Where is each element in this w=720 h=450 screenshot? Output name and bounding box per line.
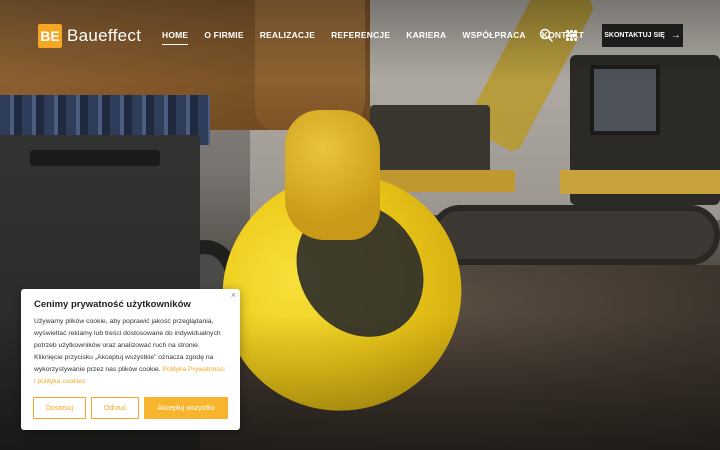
site-header: BE Baueffect HOME O FIRMIE REALIZACJE RE… <box>0 0 720 70</box>
contact-button-label: SKONTAKTUJ SIĘ <box>604 32 665 39</box>
nav-item-wspolpraca[interactable]: WSPÓŁPRACA <box>462 30 525 40</box>
search-icon[interactable] <box>539 28 553 42</box>
contact-button[interactable]: SKONTAKTUJ SIĘ → <box>602 24 683 47</box>
nav-item-kariera[interactable]: KARIERA <box>406 30 446 40</box>
close-icon[interactable]: × <box>231 290 236 300</box>
main-nav: HOME O FIRMIE REALIZACJE REFERENCJE KARI… <box>162 30 600 45</box>
logo-icon: BE <box>38 24 62 48</box>
reject-button[interactable]: Odrzuć <box>91 397 139 419</box>
customize-button[interactable]: Dostosuj <box>33 397 86 419</box>
arrow-right-icon: → <box>670 30 681 41</box>
accept-all-button[interactable]: Akceptuj wszystko <box>144 397 228 419</box>
nav-item-home[interactable]: HOME <box>162 30 189 45</box>
nav-item-o-firmie[interactable]: O FIRMIE <box>204 30 243 40</box>
nav-item-referencje[interactable]: REFERENCJE <box>331 30 390 40</box>
cookie-text: Używamy plików cookie, aby poprawić jako… <box>34 316 227 388</box>
cookie-consent-dialog: × Cenimy prywatność użytkowników Używamy… <box>21 289 240 430</box>
cookie-body: Używamy plików cookie, aby poprawić jako… <box>34 318 221 373</box>
cookie-title: Cenimy prywatność użytkowników <box>34 299 191 310</box>
logo-text: Baueffect <box>67 26 142 45</box>
grid-menu-icon[interactable] <box>566 30 577 41</box>
cookie-actions: Dostosuj Odrzuć Akceptuj wszystko <box>33 397 228 419</box>
nav-item-realizacje[interactable]: REALIZACJE <box>260 30 315 40</box>
logo[interactable]: BE Baueffect <box>38 24 141 48</box>
